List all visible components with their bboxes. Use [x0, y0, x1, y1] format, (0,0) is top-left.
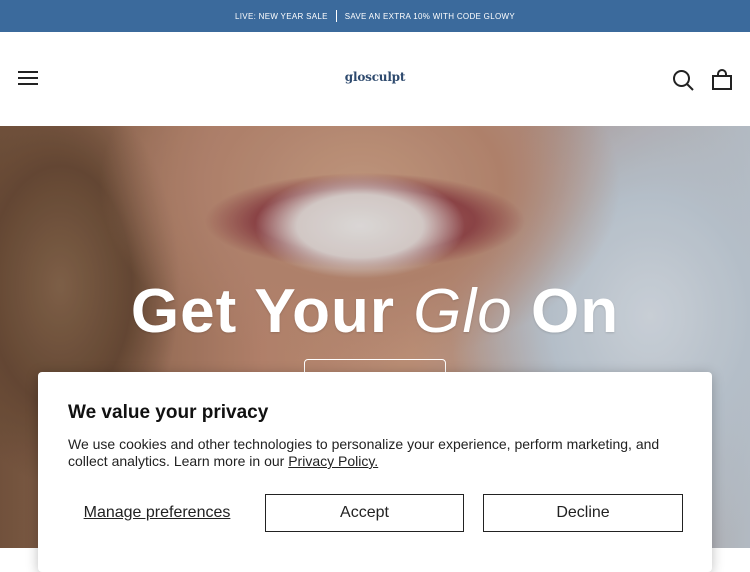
search-icon: [673, 70, 694, 91]
hero-title-post: On: [530, 277, 620, 346]
accept-button[interactable]: Accept: [265, 494, 464, 532]
cookie-consent-dialog: We value your privacy We use cookies and…: [38, 372, 712, 572]
hero-title-pre: Get Your: [130, 277, 396, 346]
hero-title-emphasis: Glo: [413, 277, 513, 346]
shopping-bag-icon: [712, 69, 732, 90]
cart-button[interactable]: [710, 68, 734, 92]
announcement-bar: LIVE: NEW YEAR SALE SAVE AN EXTRA 10% WI…: [0, 0, 750, 32]
cookie-description: We use cookies and other technologies to…: [68, 436, 688, 470]
site-logo[interactable]: glosculpt: [0, 70, 750, 84]
hero-title: Get Your Glo On: [0, 276, 750, 347]
search-button[interactable]: [671, 68, 695, 92]
decline-button[interactable]: Decline: [483, 494, 683, 532]
announcement-sale-text[interactable]: LIVE: NEW YEAR SALE: [235, 12, 328, 21]
announcement-code-text[interactable]: SAVE AN EXTRA 10% WITH CODE GLOWY: [345, 12, 515, 21]
manage-preferences-button[interactable]: Manage preferences: [68, 494, 246, 532]
cookie-title: We value your privacy: [68, 402, 269, 423]
announcement-divider: [335, 10, 337, 22]
privacy-policy-link[interactable]: Privacy Policy.: [288, 453, 378, 469]
site-header: glosculpt: [0, 32, 750, 126]
